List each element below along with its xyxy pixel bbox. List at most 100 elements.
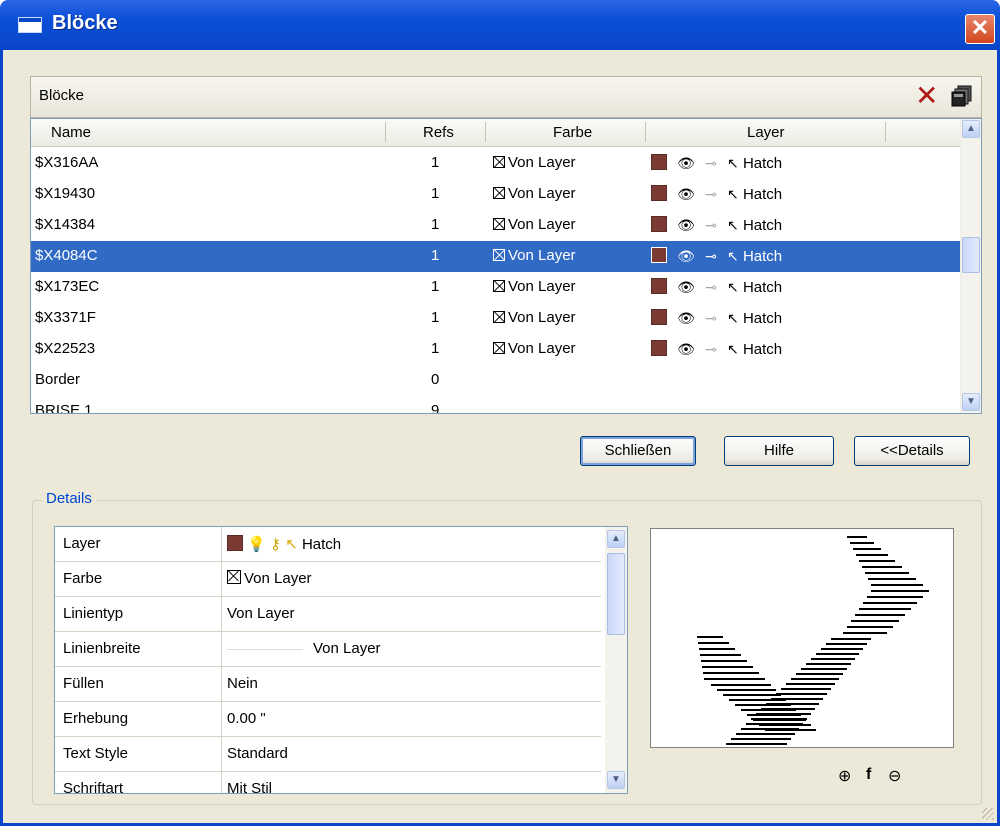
block-color: Von Layer	[508, 340, 576, 357]
property-value-cell: Von Layer	[227, 640, 381, 657]
zoom-fit-icon[interactable]: f	[866, 766, 871, 784]
block-row[interactable]: $X3371F 1 Von Layer 👁 ⊸ ↖ Hatch	[31, 303, 961, 334]
block-layer-cell: 👁 ⊸ ↖ Hatch	[651, 278, 782, 296]
block-row[interactable]: Border 0	[31, 365, 961, 396]
block-color: Von Layer	[508, 247, 576, 264]
property-row[interactable]: Schriftart Mit Stil	[55, 772, 601, 793]
block-row[interactable]: $X22523 1 Von Layer 👁 ⊸ ↖ Hatch	[31, 334, 961, 365]
property-row[interactable]: Farbe Von Layer	[55, 562, 601, 597]
block-row[interactable]: $X316AA 1 Von Layer 👁 ⊸ ↖ Hatch	[31, 148, 961, 179]
copy-block-icon[interactable]	[951, 85, 973, 107]
properties-scrollbar[interactable]: ▲ ▼	[605, 527, 627, 793]
block-color-cell: Von Layer	[493, 247, 576, 264]
block-row[interactable]: $X19430 1 Von Layer 👁 ⊸ ↖ Hatch	[31, 179, 961, 210]
property-name: Linienbreite	[63, 640, 141, 657]
resize-grip-icon[interactable]	[982, 808, 994, 820]
block-name: $X173EC	[35, 278, 100, 295]
block-refs: 9	[431, 402, 440, 414]
block-row[interactable]: $X173EC 1 Von Layer 👁 ⊸ ↖ Hatch	[31, 272, 961, 303]
block-color-cell: Von Layer	[493, 309, 576, 326]
column-header-name[interactable]: Name	[51, 124, 91, 141]
property-name: Layer	[63, 535, 101, 552]
property-value-cell: 💡 ⚷ ↖ Hatch	[227, 535, 341, 553]
scroll-down-icon[interactable]: ▼	[962, 393, 980, 411]
column-separator[interactable]	[385, 122, 386, 142]
block-name: BRISE 1	[35, 402, 93, 414]
pointer-icon: ↖	[727, 186, 739, 202]
block-row[interactable]: $X14384 1 Von Layer 👁 ⊸ ↖ Hatch	[31, 210, 961, 241]
column-header-layer[interactable]: Layer	[747, 124, 785, 141]
property-value-cell: Von Layer	[227, 570, 312, 587]
scroll-thumb[interactable]	[962, 237, 980, 273]
property-row[interactable]: Layer 💡 ⚷ ↖ Hatch	[55, 527, 601, 562]
column-separator[interactable]	[645, 122, 646, 142]
column-separator[interactable]	[885, 122, 886, 142]
properties-grid[interactable]: Layer 💡 ⚷ ↖ Hatch Farbe Von Layer Linientyp…	[54, 526, 628, 794]
block-refs: 1	[431, 216, 440, 233]
property-name: Farbe	[63, 570, 103, 587]
property-row[interactable]: Linienbreite Von Layer	[55, 632, 601, 667]
pointer-icon: ↖	[727, 341, 739, 357]
property-row[interactable]: Linientyp Von Layer	[55, 597, 601, 632]
close-button[interactable]: Schließen	[580, 436, 696, 466]
column-header-refs[interactable]: Refs	[423, 124, 454, 141]
layer-color-swatch	[651, 185, 667, 201]
block-row[interactable]: $X4084C 1 Von Layer 👁 ⊸ ↖ Hatch	[31, 241, 961, 272]
blocks-list[interactable]: Name Refs Farbe Layer $X316AA 1 Von Layer …	[30, 118, 982, 414]
property-row[interactable]: Erhebung 0.00 "	[55, 702, 601, 737]
block-refs: 1	[431, 154, 440, 171]
property-name: Text Style	[63, 745, 129, 762]
property-value: 0.00 "	[227, 710, 266, 727]
key-icon: ⊸	[705, 279, 717, 295]
block-color-cell: Von Layer	[493, 278, 576, 295]
details-toggle-button[interactable]: <<Details	[854, 436, 970, 466]
scroll-thumb[interactable]	[607, 553, 625, 635]
property-value: Standard	[227, 745, 288, 762]
close-window-button[interactable]: ✕	[965, 14, 995, 44]
eye-icon: 👁	[677, 217, 695, 233]
property-row[interactable]: Text Style Standard	[55, 737, 601, 772]
help-button[interactable]: Hilfe	[724, 436, 834, 466]
title-bar[interactable]: Blöcke ✕	[0, 0, 1000, 50]
layer-color-swatch	[651, 247, 667, 263]
bulb-icon: 💡	[247, 536, 266, 553]
blocks-list-header: Name Refs Farbe Layer	[31, 119, 961, 147]
scroll-up-icon[interactable]: ▲	[962, 120, 980, 138]
column-header-color[interactable]: Farbe	[553, 124, 592, 141]
scroll-down-icon[interactable]: ▼	[607, 771, 625, 789]
eye-icon: 👁	[677, 186, 695, 202]
block-color-cell: Von Layer	[493, 216, 576, 233]
property-name: Linientyp	[63, 605, 124, 622]
window-title: Blöcke	[52, 12, 118, 34]
zoom-out-icon[interactable]: ⊖	[888, 766, 901, 786]
eye-icon: 👁	[677, 279, 695, 295]
block-row[interactable]: BRISE 1 9	[31, 396, 961, 414]
block-color: Von Layer	[508, 185, 576, 202]
property-value-cell: 0.00 "	[227, 710, 266, 727]
key-icon: ⊸	[705, 310, 717, 326]
block-layer: Hatch	[742, 279, 783, 296]
layer-color-swatch	[651, 278, 667, 294]
block-name: $X14384	[35, 216, 96, 233]
block-layer-cell: 👁 ⊸ ↖ Hatch	[651, 216, 782, 234]
color-checkbox-icon	[493, 249, 505, 261]
column-separator[interactable]	[485, 122, 486, 142]
eye-icon: 👁	[677, 341, 695, 357]
block-name: $X4084C	[35, 247, 98, 264]
block-name: $X3371F	[35, 309, 96, 326]
layer-color-swatch	[651, 309, 667, 325]
block-refs: 1	[431, 309, 440, 326]
pointer-icon: ↖	[727, 279, 739, 295]
eye-icon: 👁	[677, 155, 695, 171]
block-preview	[650, 528, 954, 748]
zoom-in-icon[interactable]: ⊕	[838, 766, 851, 786]
property-row[interactable]: Füllen Nein	[55, 667, 601, 702]
blocks-list-scrollbar[interactable]: ▲ ▼	[960, 119, 981, 413]
scroll-up-icon[interactable]: ▲	[607, 530, 625, 548]
property-value-cell: Mit Stil	[227, 780, 272, 793]
blocks-dialog: Blöcke ✕ Blöcke ✕ Name Refs Farbe Layer …	[0, 0, 1000, 826]
delete-block-icon[interactable]: ✕	[915, 81, 938, 111]
color-checkbox-icon	[227, 570, 241, 584]
window-icon	[18, 17, 42, 33]
property-value: Von Layer	[313, 640, 381, 657]
